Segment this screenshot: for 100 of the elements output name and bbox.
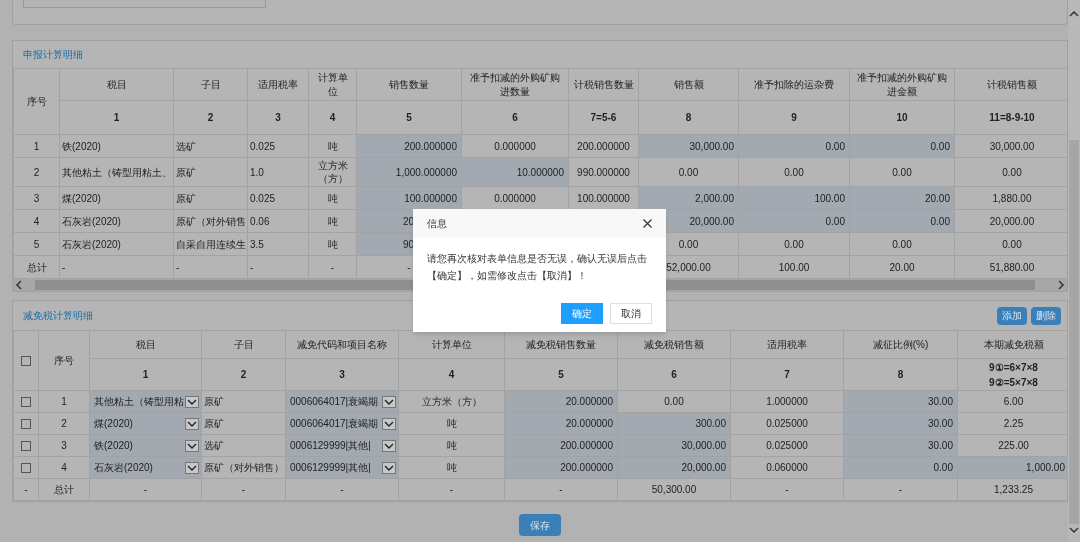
table-cell: 吨 <box>308 209 357 233</box>
table-cell: 自采自用连续生 <box>173 232 248 256</box>
table-cell: 吨 <box>308 186 357 210</box>
column-number: 1 <box>89 358 202 391</box>
column-header: 减免代码和项目名称 <box>285 330 399 359</box>
table-cell: - <box>398 478 505 501</box>
table-cell: 选矿 <box>173 134 248 158</box>
input-field[interactable]: 20.00 <box>850 187 954 209</box>
table-cell: 其他粘土（铸型用粘土、 <box>59 157 174 187</box>
input-field[interactable]: 0.00 <box>850 135 954 157</box>
column-number: 7=5-6 <box>568 100 639 135</box>
table-cell: 200.000000 <box>568 134 639 158</box>
table-cell: 3.5 <box>247 232 309 256</box>
dialog-button[interactable]: 取消 <box>610 303 652 324</box>
table-cell: 0.025 <box>247 134 309 158</box>
table-cell: - <box>308 255 357 279</box>
table-cell: 总计 <box>38 478 90 501</box>
table-cell: 0.025000 <box>730 412 844 435</box>
table-cell: 0.00 <box>849 157 955 187</box>
input-field[interactable]: 30,000.00 <box>618 435 730 456</box>
table-cell: 原矿 <box>173 186 248 210</box>
dropdown-field[interactable]: 铁(2020) <box>90 435 201 456</box>
dropdown-field[interactable]: 煤(2020) <box>90 413 201 434</box>
input-field[interactable]: 20,000.00 <box>618 457 730 478</box>
toolbar-button[interactable]: 添加 <box>997 306 1027 325</box>
input-field[interactable]: 30.00 <box>844 435 957 456</box>
table-cell: 石灰岩(2020) <box>59 232 174 256</box>
column-header: 子目 <box>173 68 248 101</box>
input-field[interactable]: 0.00 <box>844 457 957 478</box>
table-cell: 0.06 <box>247 209 309 233</box>
column-header: 子目 <box>201 330 286 359</box>
column-number: 1 <box>59 100 174 135</box>
table-cell: - <box>59 255 174 279</box>
table-cell: - <box>247 255 309 279</box>
table-cell: 1 <box>38 390 90 413</box>
column-header: 序号 <box>13 68 60 135</box>
table-cell: 0.060000 <box>730 456 844 479</box>
table-cell: 100.00 <box>738 255 850 279</box>
table-cell: 0.00 <box>738 157 850 187</box>
column-header: 准予扣除的运杂费 <box>738 68 850 101</box>
table-cell: 原矿（对外销售 <box>173 209 248 233</box>
table-cell: 吨 <box>398 412 505 435</box>
column-header: 适用税率 <box>730 330 844 359</box>
table-cell: - <box>13 478 39 501</box>
column-number: 5 <box>504 358 618 391</box>
column-number: 4 <box>308 100 357 135</box>
input-field[interactable]: 100.00 <box>739 187 849 209</box>
input-field[interactable]: 20.000000 <box>505 413 617 434</box>
table-cell: 原矿 <box>173 157 248 187</box>
column-number: 8 <box>638 100 739 135</box>
dropdown-field[interactable]: 0006129999|其他| <box>286 457 398 478</box>
table-cell: 20.00 <box>849 255 955 279</box>
column-number: 2 <box>173 100 248 135</box>
input-field[interactable]: 300.00 <box>618 413 730 434</box>
input-field[interactable]: 10.000000 <box>462 158 568 186</box>
column-header: 销售额 <box>638 68 739 101</box>
table-cell: 3 <box>13 186 60 210</box>
column-number: 3 <box>247 100 309 135</box>
input-field[interactable]: 1,000.000000 <box>357 158 461 186</box>
input-field[interactable]: 1,000.00 <box>958 457 1068 478</box>
column-number: 6 <box>461 100 569 135</box>
column-header: 销售数量 <box>356 68 462 101</box>
column-header: 计算单位 <box>308 68 357 101</box>
input-field[interactable]: 200.000000 <box>357 135 461 157</box>
table-cell: 2 <box>13 157 60 187</box>
column-header: 适用税率 <box>247 68 309 101</box>
dropdown-field[interactable]: 石灰岩(2020) <box>90 457 201 478</box>
input-field[interactable]: 2,000.00 <box>639 187 738 209</box>
column-number: 3 <box>285 358 399 391</box>
input-field[interactable]: 30.00 <box>844 413 957 434</box>
input-field[interactable]: 200.000000 <box>505 457 617 478</box>
table-cell: 石灰岩(2020) <box>59 209 174 233</box>
table-cell: 吨 <box>308 232 357 256</box>
column-number: 10 <box>849 100 955 135</box>
input-field[interactable]: 30.00 <box>844 391 957 412</box>
table-cell: 0.00 <box>849 232 955 256</box>
table-cell: 5 <box>13 232 60 256</box>
table-cell: 立方米（方） <box>308 157 357 187</box>
section-title: 减免税计算明细 <box>23 309 93 323</box>
table-cell: - <box>173 255 248 279</box>
input-field[interactable]: 0.00 <box>850 210 954 232</box>
dropdown-field[interactable]: 0006064017|衰竭期 <box>286 391 398 412</box>
input-field[interactable]: 0.00 <box>739 135 849 157</box>
table-cell: 50,300.00 <box>617 478 731 501</box>
table-cell: 2 <box>38 412 90 435</box>
dropdown-field[interactable]: 0006129999|其他| <box>286 435 398 456</box>
column-number: 2 <box>201 358 286 391</box>
table-cell: 0.00 <box>617 390 731 413</box>
table-cell: 1.000000 <box>730 390 844 413</box>
table-cell: 原矿 <box>201 390 286 413</box>
input-field[interactable]: 20.000000 <box>505 391 617 412</box>
input-field[interactable]: 0.00 <box>739 210 849 232</box>
dropdown-field[interactable]: 其他粘土（铸型用粘 <box>90 391 201 412</box>
input-field[interactable]: 200.000000 <box>505 435 617 456</box>
column-number: 6 <box>617 358 731 391</box>
input-field[interactable]: 100.000000 <box>357 187 461 209</box>
input-field[interactable]: 30,000.00 <box>639 135 738 157</box>
table-cell: 3 <box>38 434 90 457</box>
dropdown-field[interactable]: 0006064017|衰竭期 <box>286 413 398 434</box>
toolbar-button[interactable]: 删除 <box>1031 306 1061 325</box>
